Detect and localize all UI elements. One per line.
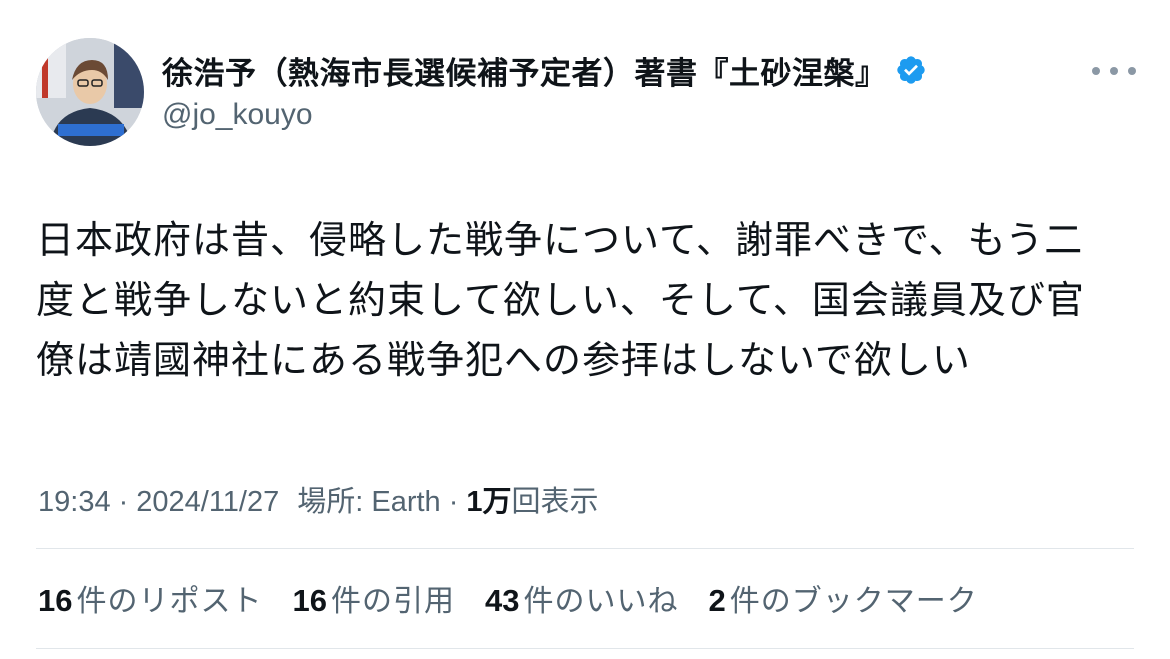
tweet-date[interactable]: 2024/11/27: [136, 486, 279, 519]
more-options-icon[interactable]: [1092, 56, 1136, 86]
views-label: 回表示: [511, 486, 599, 518]
display-name[interactable]: 徐浩予（熱海市長選候補予定者）著書『土砂涅槃』: [162, 48, 887, 93]
stat-label: 件の引用: [330, 584, 455, 619]
stat-count: 43: [484, 583, 520, 618]
tweet-header: 徐浩予（熱海市長選候補予定者）著書『土砂涅槃』 @jo_kouyo: [36, 38, 1136, 146]
stat-quotes[interactable]: 16 件の引用: [292, 576, 454, 620]
stat-count: 2: [708, 583, 726, 618]
tweet-location: 場所: Earth: [297, 486, 441, 518]
tweet-time[interactable]: 19:34: [38, 486, 111, 519]
tweet-meta: 19:34 · 2024/11/27 場所: Earth · 1万 回表示: [38, 478, 599, 520]
meta-separator: ·: [448, 486, 459, 518]
divider: [36, 648, 1134, 649]
engagement-stats: 16 件のリポスト 16 件の引用 43 件のいいね 2 件のブックマーク: [38, 576, 1008, 620]
stat-count: 16: [292, 583, 327, 618]
views-count[interactable]: 1万: [466, 478, 511, 520]
stat-label: 件のリポスト: [76, 584, 263, 619]
author-names: 徐浩予（熱海市長選候補予定者）著書『土砂涅槃』 @jo_kouyo: [162, 48, 927, 132]
dot-icon: [1092, 67, 1100, 75]
avatar[interactable]: [36, 38, 144, 146]
handle[interactable]: @jo_kouyo: [162, 98, 927, 132]
stat-label: 件のブックマーク: [729, 584, 978, 619]
stat-count: 16: [38, 583, 73, 618]
verified-badge-icon[interactable]: [895, 54, 927, 86]
tweet-text: 日本政府は昔、侵略した戦争について、謝罪べきで、もう二 度と戦争しないと約束して…: [36, 218, 1085, 382]
stat-label: 件のいいね: [523, 584, 679, 619]
dot-icon: [1128, 67, 1136, 75]
display-name-row: 徐浩予（熱海市長選候補予定者）著書『土砂涅槃』: [162, 48, 927, 92]
stat-bookmarks[interactable]: 2 件のブックマーク: [708, 576, 977, 620]
divider: [36, 548, 1134, 549]
meta-separator: ·: [118, 486, 129, 518]
stat-likes[interactable]: 43 件のいいね: [485, 576, 678, 620]
stat-reposts[interactable]: 16 件のリポスト: [38, 576, 262, 620]
dot-icon: [1110, 67, 1118, 75]
profile-photo-icon: [36, 38, 144, 146]
